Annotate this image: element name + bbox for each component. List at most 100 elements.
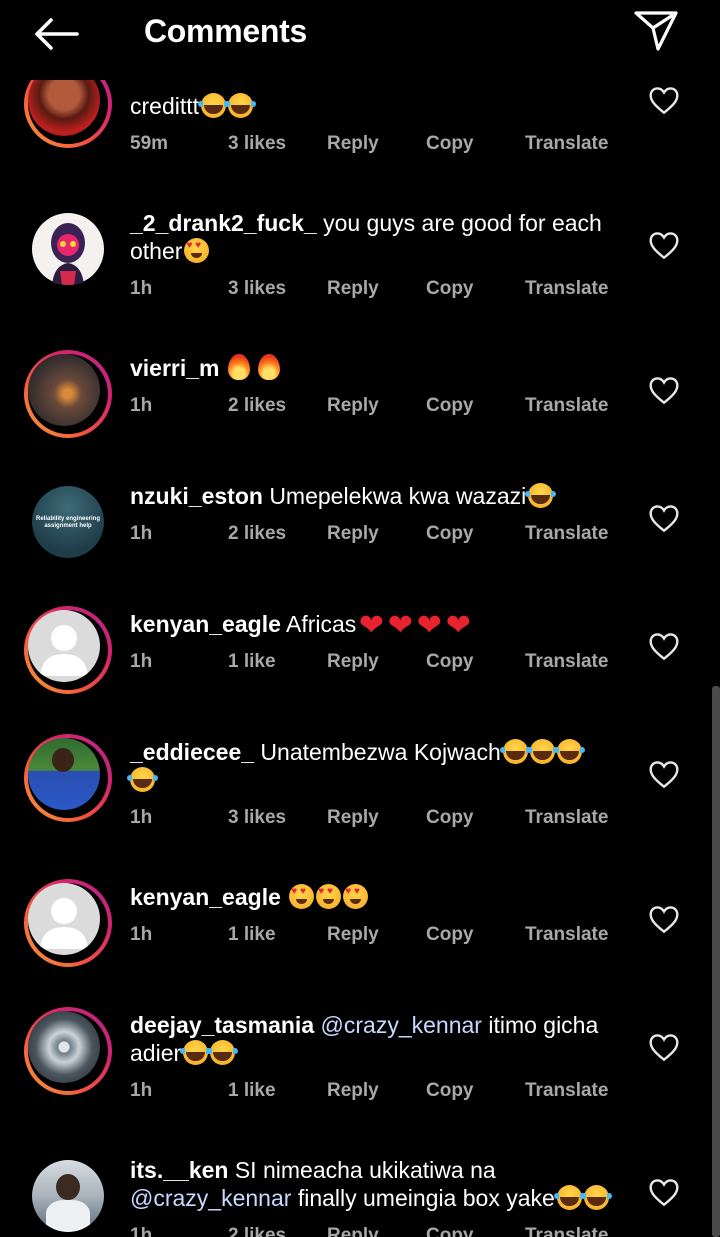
username[interactable]: vierri_m	[130, 355, 220, 381]
laughing-emoji-icon	[499, 739, 531, 764]
username[interactable]: kenyan_eagle	[130, 611, 281, 637]
translate-button[interactable]: Translate	[525, 395, 608, 417]
copy-button[interactable]: Copy	[426, 1225, 474, 1237]
comment-meta: 1h 2 likes Reply Copy Translate	[130, 523, 630, 553]
like-heart-icon[interactable]	[648, 230, 680, 260]
timestamp: 1h	[130, 651, 153, 672]
mention-link[interactable]: @crazy_kennar	[130, 1185, 291, 1211]
timestamp: 1h	[130, 395, 153, 416]
laughing-emoji-icon	[526, 739, 558, 764]
avatar[interactable]	[24, 606, 112, 694]
laughing-emoji-icon	[207, 1040, 239, 1065]
timestamp: 1h	[130, 523, 153, 544]
likes-count[interactable]: 3 likes	[228, 278, 286, 300]
mention-link[interactable]: @crazy_kennar	[321, 1012, 482, 1038]
reply-button[interactable]: Reply	[327, 133, 379, 155]
reply-button[interactable]: Reply	[327, 395, 379, 417]
timestamp: 1h	[130, 1080, 153, 1101]
reply-button[interactable]: Reply	[327, 523, 379, 545]
translate-button[interactable]: Translate	[525, 523, 608, 545]
like-heart-icon[interactable]	[648, 1177, 680, 1207]
timestamp: 1h	[130, 278, 153, 299]
avatar[interactable]	[24, 879, 112, 967]
comment-meta: 1h 1 like Reply Copy Translate	[130, 924, 630, 954]
scrollbar[interactable]	[712, 686, 720, 1237]
laughing-emoji-icon	[553, 1185, 585, 1210]
translate-button[interactable]: Translate	[525, 1225, 608, 1237]
likes-count[interactable]: 3 likes	[228, 133, 286, 155]
likes-count[interactable]: 2 likes	[228, 395, 286, 417]
translate-button[interactable]: Translate	[525, 278, 608, 300]
comment-meta: 1h 3 likes Reply Copy Translate	[130, 807, 630, 837]
default-user-icon	[40, 625, 88, 676]
like-heart-icon[interactable]	[648, 85, 680, 115]
timestamp: 59m	[130, 133, 169, 154]
laughing-emoji-icon	[580, 1185, 612, 1210]
likes-count[interactable]: 1 like	[228, 651, 276, 673]
username[interactable]: kenyan_eagle	[130, 884, 281, 910]
fire-emoji-icon	[227, 354, 250, 380]
copy-button[interactable]: Copy	[426, 395, 474, 417]
comment-text: _2_drank2_fuck_ you guys are good for ea…	[130, 209, 630, 265]
laughing-emoji-icon	[180, 1040, 212, 1065]
avatar[interactable]	[24, 734, 112, 822]
timestamp: 1h	[130, 1225, 153, 1237]
like-heart-icon[interactable]	[648, 375, 680, 405]
username[interactable]: _eddiecee_	[130, 739, 254, 765]
copy-button[interactable]: Copy	[426, 1080, 474, 1102]
avatar[interactable]: Reliability engineering assignment help	[24, 478, 112, 566]
username[interactable]: its.__ken	[130, 1157, 228, 1183]
translate-button[interactable]: Translate	[525, 807, 608, 829]
copy-button[interactable]: Copy	[426, 278, 474, 300]
copy-button[interactable]: Copy	[426, 133, 474, 155]
back-button[interactable]	[28, 12, 84, 56]
reply-button[interactable]: Reply	[327, 1225, 379, 1237]
laughing-emoji-icon	[525, 483, 557, 508]
avatar[interactable]	[24, 350, 112, 438]
comment-meta: 1h 2 likes Reply Copy Translate	[130, 1225, 630, 1237]
header-bar: Comments	[0, 0, 720, 80]
laughing-emoji-icon	[225, 93, 257, 118]
avatar[interactable]	[24, 1152, 112, 1237]
fire-emoji-icon	[258, 354, 281, 380]
translate-button[interactable]: Translate	[525, 651, 608, 673]
reply-button[interactable]: Reply	[327, 278, 379, 300]
avatar[interactable]	[24, 205, 112, 293]
comment-text: nzuki_eston Umepelekwa kwa wazazi	[130, 482, 630, 510]
reply-button[interactable]: Reply	[327, 1080, 379, 1102]
username[interactable]: _2_drank2_fuck_	[130, 210, 317, 236]
laughing-emoji-icon	[198, 93, 230, 118]
comment-text: deejay_tasmania @crazy_kennar itimo gich…	[130, 1012, 599, 1066]
username[interactable]: deejay_tasmania	[130, 1012, 314, 1038]
like-heart-icon[interactable]	[648, 904, 680, 934]
timestamp: 1h	[130, 924, 153, 945]
red-heart-emoji-icon	[444, 613, 472, 639]
share-button[interactable]	[628, 6, 684, 56]
copy-button[interactable]: Copy	[426, 924, 474, 946]
like-heart-icon[interactable]	[648, 1032, 680, 1062]
reply-button[interactable]: Reply	[327, 651, 379, 673]
arrow-left-icon	[35, 18, 79, 50]
likes-count[interactable]: 2 likes	[228, 523, 286, 545]
like-heart-icon[interactable]	[648, 759, 680, 789]
heart-eyes-emoji-icon	[316, 884, 342, 909]
likes-count[interactable]: 3 likes	[228, 807, 286, 829]
page-title: Comments	[144, 13, 307, 49]
red-heart-emoji-icon	[357, 613, 385, 639]
reply-button[interactable]: Reply	[327, 924, 379, 946]
translate-button[interactable]: Translate	[525, 924, 608, 946]
like-heart-icon[interactable]	[648, 631, 680, 661]
copy-button[interactable]: Copy	[426, 651, 474, 673]
like-heart-icon[interactable]	[648, 503, 680, 533]
username[interactable]: nzuki_eston	[130, 483, 263, 509]
likes-count[interactable]: 1 like	[228, 924, 276, 946]
copy-button[interactable]: Copy	[426, 807, 474, 829]
likes-count[interactable]: 2 likes	[228, 1225, 286, 1237]
avatar[interactable]	[24, 1007, 112, 1095]
likes-count[interactable]: 1 like	[228, 1080, 276, 1102]
translate-button[interactable]: Translate	[525, 1080, 608, 1102]
copy-button[interactable]: Copy	[426, 523, 474, 545]
comments-list[interactable]: credittt 59m 3 likes Reply Copy Translat…	[0, 0, 720, 1237]
translate-button[interactable]: Translate	[525, 133, 608, 155]
reply-button[interactable]: Reply	[327, 807, 379, 829]
